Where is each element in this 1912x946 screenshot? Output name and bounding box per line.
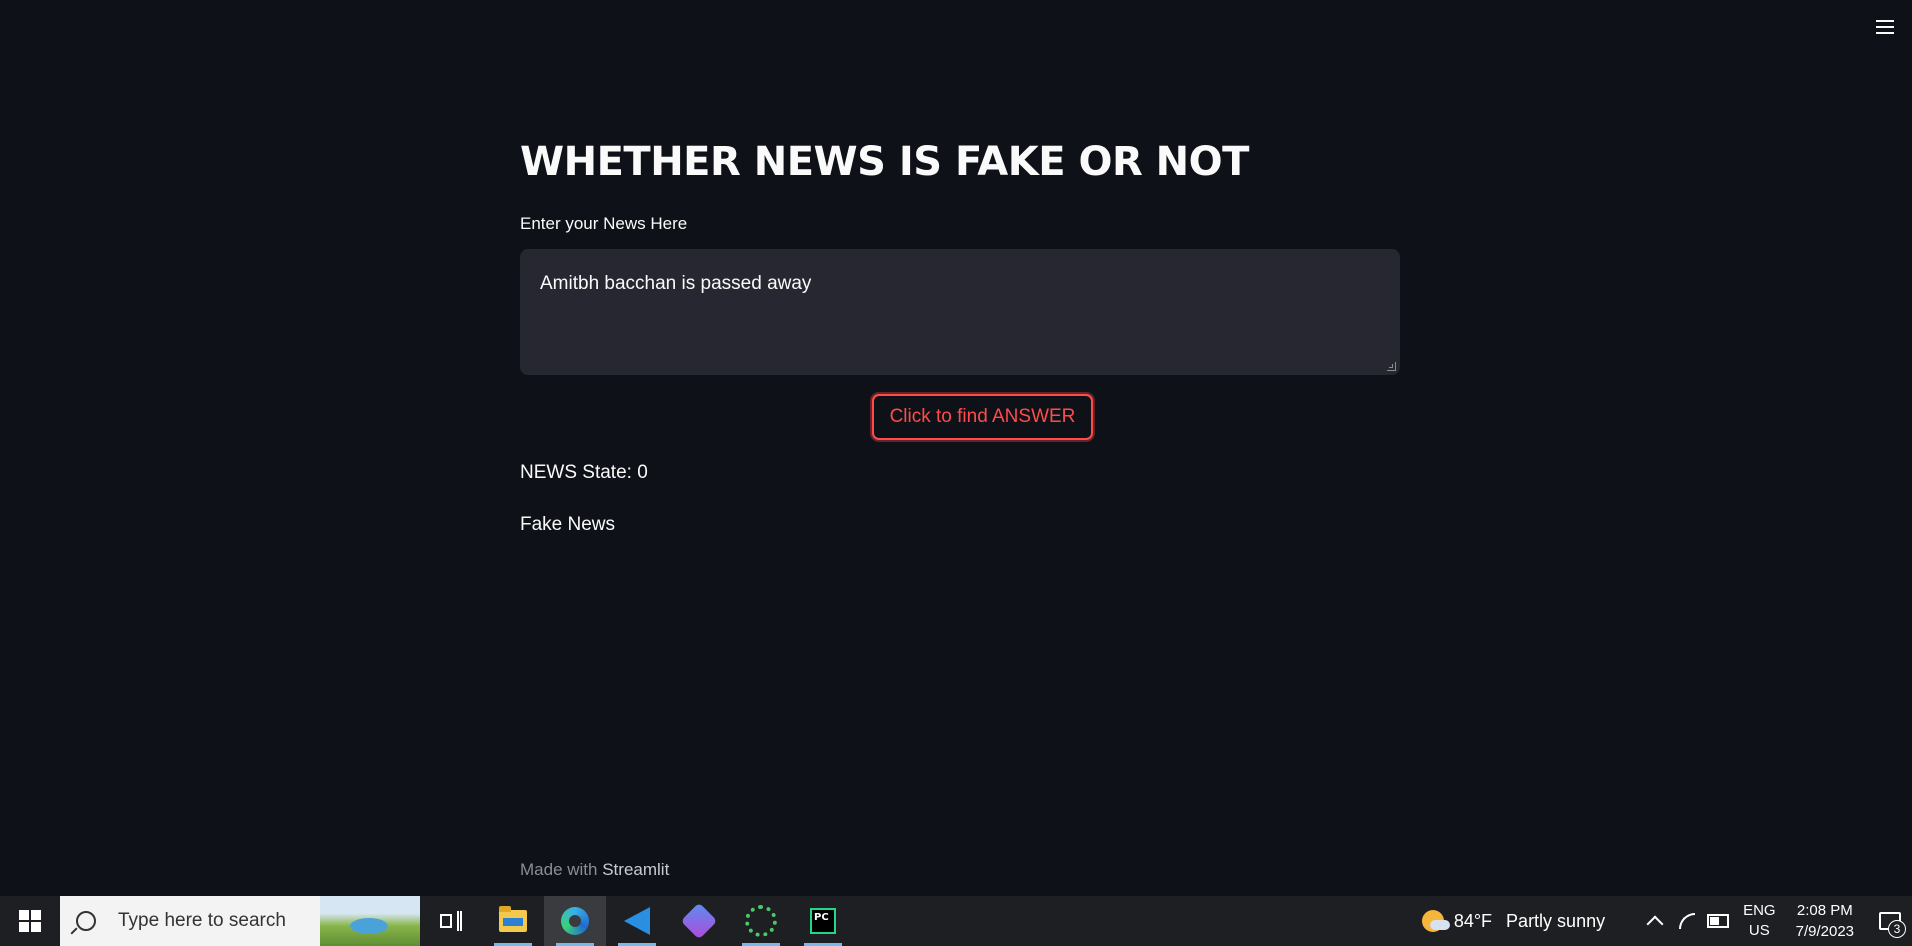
news-input-label: Enter your News Here [520,214,688,233]
taskbar: Type here to search PC 84°F Partly sunny… [0,896,1912,946]
notification-center-button[interactable]: 3 [1876,896,1906,946]
clock-date: 7/9/2023 [1795,923,1854,940]
hamburger-menu-icon[interactable] [1870,12,1900,42]
search-icon [76,911,96,931]
battery-icon[interactable] [1707,914,1730,928]
spinner-app-button[interactable] [730,896,792,946]
result-text: Fake News [520,514,616,535]
resize-handle-icon[interactable] [1387,362,1396,371]
vscode-icon [624,907,650,935]
footer-prefix: Made with [520,860,598,879]
streamlit-link[interactable]: Streamlit [602,860,669,879]
weather-desc: Partly sunny [1506,910,1606,931]
lang-line1: ENG [1743,902,1776,919]
news-text-value: Amitbh bacchan is passed away [540,273,812,294]
copilot-icon [680,902,718,940]
weather-temp: 84°F [1453,910,1493,931]
partly-sunny-icon [1421,910,1450,932]
file-explorer-icon [499,906,527,932]
pycharm-icon: PC [810,908,836,934]
file-explorer-button[interactable] [482,896,544,946]
copilot-button[interactable] [668,896,730,946]
news-text-area[interactable]: Amitbh bacchan is passed away [520,249,1400,375]
main-content: WHETHER NEWS IS FAKE OR NOT Enter your N… [520,132,1400,536]
edge-button[interactable] [544,896,606,946]
start-button[interactable] [0,896,60,946]
wifi-icon[interactable] [1677,913,1697,929]
notification-count: 3 [1888,920,1906,938]
search-highlight-image [320,896,420,946]
pycharm-button[interactable]: PC [792,896,854,946]
footer: Made with Streamlit [520,860,669,880]
language-indicator[interactable]: ENG US [1743,901,1776,941]
weather-widget[interactable]: 84°F Partly sunny [1421,910,1606,932]
news-state-text: NEWS State: 0 [520,462,648,483]
clock-time: 2:08 PM [1796,902,1853,919]
spinner-app-icon [745,905,777,937]
task-view-icon [440,911,462,931]
windows-logo-icon [19,910,41,932]
taskbar-search-box[interactable]: Type here to search [60,896,420,946]
clock[interactable]: 2:08 PM 7/9/2023 [1796,900,1854,942]
search-placeholder: Type here to search [118,910,286,931]
find-answer-button[interactable]: Click to find ANSWER [871,394,1094,440]
lang-line2: US [1748,922,1770,939]
vscode-button[interactable] [606,896,668,946]
page-title: WHETHER NEWS IS FAKE OR NOT [520,139,1249,185]
system-tray: 84°F Partly sunny ENG US 2:08 PM 7/9/202… [1421,896,1912,946]
edge-icon [561,907,589,935]
task-view-button[interactable] [420,896,482,946]
chevron-up-icon[interactable] [1646,915,1664,933]
